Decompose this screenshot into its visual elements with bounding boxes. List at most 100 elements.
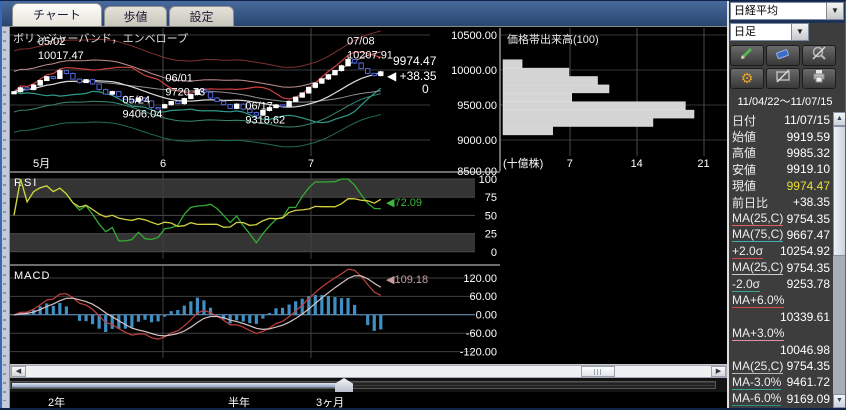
quote-row-label: 日付 [732,112,756,129]
svg-text:9000.00: 9000.00 [457,135,497,147]
quote-row-value: 10254.92 [780,244,830,258]
quote-row: 安値 9919.10 [729,161,832,177]
printer-icon [811,68,827,89]
period-slider-fill [12,383,344,388]
screen-off-button[interactable] [766,68,800,89]
quote-row-label: MA(75,C) [732,227,783,242]
chart-canvas[interactable]: 価格帯出来高(100)(十億株)7142105/0210017.4705/249… [10,28,727,365]
symbol-combobox[interactable]: 日経平均 ▼ [730,2,844,20]
svg-text:07/08: 07/08 [347,35,375,47]
quote-row: +2.0σ 10254.92 [729,243,832,259]
chart-hscrollbar[interactable]: ◀ ▶ [10,365,727,378]
quote-row-label: MA(25,C) [732,211,783,226]
printer-button[interactable] [802,68,836,89]
quote-row: MA(25,C) 9754.35 [729,358,832,374]
svg-text:7: 7 [567,158,573,170]
eraser-button[interactable] [766,45,800,66]
scroll-left-button[interactable]: ◀ [11,366,26,377]
svg-text:0.00: 0.00 [476,310,497,322]
quote-row-label: 安値 [732,161,756,178]
tab-1[interactable]: チャート [12,3,102,26]
svg-text:50: 50 [485,210,497,222]
quote-row-label: -2.0σ [732,277,760,292]
quote-row: MA(75,C) 9667.47 [729,227,832,243]
quote-row-label: 始値 [732,128,756,145]
pencil-icon [739,45,755,66]
chevron-down-icon[interactable]: ▼ [826,3,843,19]
quote-row-value: 10339.61 [780,310,830,324]
quote-row: 日付 11/07/15 [729,112,832,128]
svg-text:05/24: 05/24 [123,95,151,107]
svg-text:0: 0 [491,247,497,259]
quote-row-label: MA(25,C) [732,359,783,374]
svg-text:10017.47: 10017.47 [38,50,84,62]
symbol-value: 日経平均 [731,3,826,19]
quote-row: MA-6.0%9169.09 [729,391,832,407]
zoom-off-icon [811,45,827,66]
gear-glyph: ⚙ [741,70,754,86]
svg-text:10500.00: 10500.00 [451,30,497,42]
quote-row: 現値 9974.47 [729,178,832,194]
quote-row-value: 9754.35 [787,261,830,275]
quote-row-label: +2.0σ [732,244,763,259]
quote-row-value: 9667.47 [787,228,830,242]
interval-combobox[interactable]: 日足 ▼ [730,23,809,41]
svg-text:6: 6 [160,158,166,170]
period-slider-track[interactable] [10,381,716,389]
settings-gear-icon: ⚙ [741,70,754,88]
quote-row: MA(25,C) 9754.35 [729,210,832,226]
quote-row: 10339.61 [729,309,832,325]
eraser-icon [775,45,791,66]
svg-text:ボリンジャーバンド，エンベロープ: ボリンジャーバンド，エンベロープ [13,32,188,45]
quote-row: 10046.98 [729,341,832,357]
quote-row-value: 9754.35 [787,359,830,373]
thumb-grip [594,369,603,375]
date-range-label: 11/04/22～11/07/15 [729,93,841,109]
period-slider[interactable] [10,378,727,392]
quote-row: 高値 9985.32 [729,145,832,161]
svg-text:10207.91: 10207.91 [347,49,393,61]
svg-text:0: 0 [422,82,429,96]
quote-row: MA-3.0%9461.72 [729,374,832,390]
svg-text:-60.00: -60.00 [466,328,497,340]
quote-row-value: 9974.47 [787,179,830,193]
svg-text:5月: 5月 [33,158,50,170]
svg-text:9500.00: 9500.00 [457,100,497,112]
svg-text:06/01: 06/01 [165,73,193,85]
quote-row-label: MA+3.0% [732,326,784,341]
quote-row-value: 11/07/15 [784,113,830,127]
quote-row-value: 9919.59 [787,130,830,144]
svg-text:120.00: 120.00 [463,273,497,285]
svg-text:9974.47: 9974.47 [393,54,437,68]
quote-row-value: 9985.32 [787,146,830,160]
splitter-ticks [3,31,6,401]
quote-row-value: 9461.72 [787,375,830,389]
svg-text:100: 100 [479,174,497,186]
scroll-right-button[interactable]: ▶ [711,366,726,377]
tab-3[interactable]: 設定 [169,6,234,26]
app-window: チャート歩値設定 価格帯出来高(100)(十億株)7142105/0210017… [0,0,846,410]
zoom-off-button[interactable] [802,45,836,66]
quote-row-value: 9169.09 [787,392,830,406]
svg-text:(十億株): (十億株) [503,156,543,170]
quote-rows: 日付 11/07/15 始値 9919.59 高値 9985.32 安値 9919.10 現値 9… [729,112,832,407]
quote-row: MA(25,C)9754.35 [729,260,832,276]
quote-row-label: 高値 [732,144,756,161]
svg-text:RSI: RSI [14,177,38,189]
hscroll-thumb[interactable] [581,366,615,377]
quote-panel: 日経平均 ▼ 日足 ▼ ⚙ 11/04/22～11/07/15 日付 11/07/… [729,0,846,410]
svg-text:9406.04: 9406.04 [123,109,163,121]
svg-text:価格帯出来高(100): 価格帯出来高(100) [507,32,599,46]
svg-text:21: 21 [697,158,709,170]
settings-gear-button[interactable]: ⚙ [730,68,764,89]
tab-2[interactable]: 歩値 [104,6,167,26]
pencil-button[interactable] [730,45,764,66]
quote-row-value: 9919.10 [787,162,830,176]
quote-row-value: +38.35 [793,195,830,209]
tab-bar: チャート歩値設定 [0,0,728,27]
svg-text:◀ +38.35: ◀ +38.35 [387,69,437,83]
quote-row-value: 9754.35 [787,212,830,226]
svg-text:9318.62: 9318.62 [245,115,285,127]
quote-row-label: 現値 [732,177,756,194]
chevron-down-icon[interactable]: ▼ [791,24,808,40]
